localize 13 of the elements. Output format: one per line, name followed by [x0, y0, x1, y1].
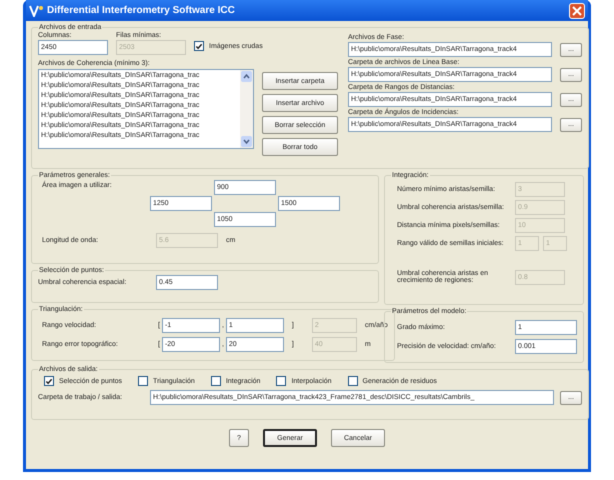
close-button[interactable] — [569, 2, 585, 18]
window-title: Differential Interferometry Software ICC — [47, 5, 236, 16]
checkbox[interactable] — [210, 376, 221, 386]
scrollbar[interactable] — [240, 70, 253, 148]
scroll-up-icon[interactable] — [241, 71, 252, 82]
checkbox[interactable] — [138, 376, 148, 386]
checkbox[interactable] — [44, 376, 54, 386]
checkbox[interactable] — [276, 376, 286, 386]
checkbox[interactable] — [194, 41, 204, 51]
checkbox[interactable] — [348, 376, 358, 386]
close-icon — [572, 6, 582, 16]
scroll-down-icon[interactable] — [241, 136, 252, 147]
app-icon — [29, 4, 43, 16]
